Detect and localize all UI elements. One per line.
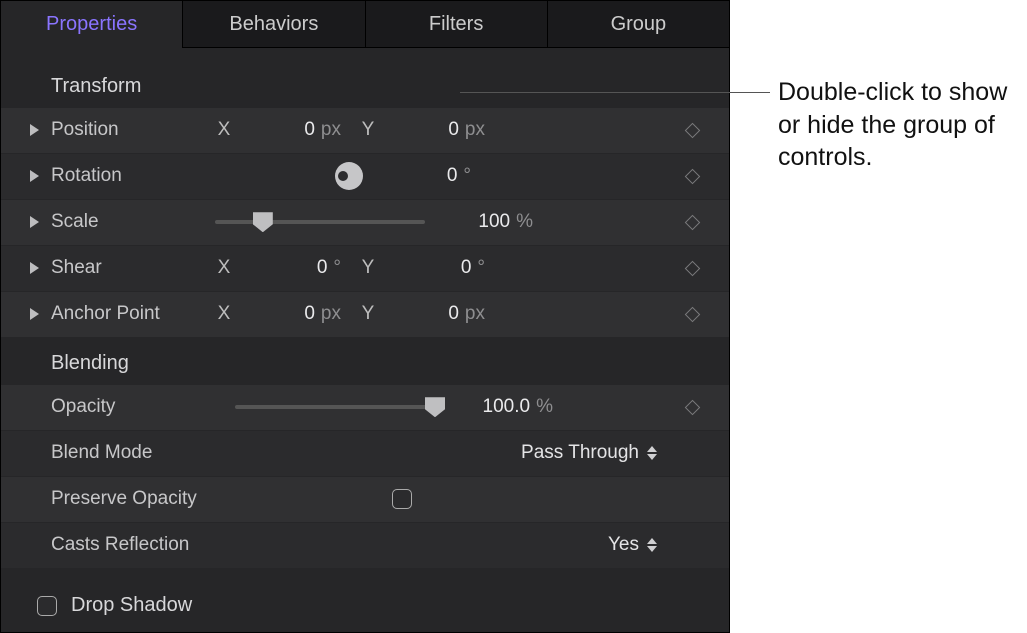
casts-reflection-label: Casts Reflection <box>51 534 231 556</box>
blend-mode-row: Blend Mode Pass Through <box>1 431 729 477</box>
transform-section-header[interactable]: Transform <box>1 61 729 108</box>
updown-icon <box>647 446 657 460</box>
scale-field[interactable]: 100 % <box>443 211 533 233</box>
drop-shadow-checkbox[interactable] <box>37 596 57 616</box>
keyframe-icon[interactable] <box>684 399 700 415</box>
scale-row: Scale 100 % <box>1 200 729 246</box>
preserve-opacity-checkbox[interactable] <box>392 489 412 509</box>
rotation-dial[interactable] <box>335 162 363 190</box>
rotation-field[interactable]: 0 ° <box>381 165 471 187</box>
opacity-label: Opacity <box>51 396 231 418</box>
slider-thumb-icon[interactable] <box>253 212 273 232</box>
casts-reflection-row: Casts Reflection Yes <box>1 523 729 569</box>
preserve-opacity-row: Preserve Opacity <box>1 477 729 523</box>
disclosure-icon[interactable] <box>30 308 39 320</box>
position-row: Position X 0 px Y 0 px <box>1 108 729 154</box>
position-y-field[interactable]: 0 px <box>395 119 485 141</box>
anchor-point-label: Anchor Point <box>51 303 211 325</box>
scale-label: Scale <box>51 211 211 233</box>
tab-filters[interactable]: Filters <box>366 1 548 48</box>
rotation-row: Rotation 0 ° <box>1 154 729 200</box>
anchor-y-field[interactable]: 0 px <box>395 303 485 325</box>
tab-properties[interactable]: Properties <box>1 1 183 48</box>
preserve-opacity-label: Preserve Opacity <box>51 488 231 510</box>
axis-y-label: Y <box>359 257 377 279</box>
inspector-panel: Properties Behaviors Filters Group Trans… <box>0 0 730 633</box>
drop-shadow-section-header[interactable]: Drop Shadow <box>1 580 729 632</box>
callout-line <box>460 92 770 93</box>
opacity-slider[interactable] <box>235 405 445 409</box>
slider-thumb-icon[interactable] <box>425 397 445 417</box>
axis-x-label: X <box>215 303 233 325</box>
shear-x-field[interactable]: 0 ° <box>251 257 341 279</box>
transform-rows: Position X 0 px Y 0 px Rotation <box>1 108 729 338</box>
disclosure-icon[interactable] <box>30 262 39 274</box>
keyframe-icon[interactable] <box>684 122 700 138</box>
casts-reflection-popup[interactable]: Yes <box>231 534 667 556</box>
axis-y-label: Y <box>359 303 377 325</box>
rotation-label: Rotation <box>51 165 211 187</box>
blending-rows: Opacity 100.0 % Blend Mode Pass Through <box>1 385 729 569</box>
updown-icon <box>647 538 657 552</box>
anchor-x-field[interactable]: 0 px <box>251 303 341 325</box>
opacity-field[interactable]: 100.0 % <box>463 396 553 418</box>
opacity-row: Opacity 100.0 % <box>1 385 729 431</box>
annotation-area: Double-click to show or hide the group o… <box>730 0 1027 633</box>
blend-mode-popup[interactable]: Pass Through <box>231 442 667 464</box>
anchor-point-row: Anchor Point X 0 px Y 0 px <box>1 292 729 338</box>
keyframe-icon[interactable] <box>684 306 700 322</box>
disclosure-icon[interactable] <box>30 170 39 182</box>
position-label: Position <box>51 119 211 141</box>
callout-text: Double-click to show or hide the group o… <box>778 76 1027 174</box>
tab-group[interactable]: Group <box>548 1 729 48</box>
position-x-field[interactable]: 0 px <box>251 119 341 141</box>
drop-shadow-label: Drop Shadow <box>71 594 192 617</box>
keyframe-icon[interactable] <box>684 260 700 276</box>
inspector-tabs: Properties Behaviors Filters Group <box>1 1 729 48</box>
shear-row: Shear X 0 ° Y 0 ° <box>1 246 729 292</box>
blend-mode-label: Blend Mode <box>51 442 231 464</box>
shear-label: Shear <box>51 257 211 279</box>
axis-y-label: Y <box>359 119 377 141</box>
keyframe-icon[interactable] <box>684 168 700 184</box>
disclosure-icon[interactable] <box>30 124 39 136</box>
disclosure-icon[interactable] <box>30 216 39 228</box>
blending-section-header[interactable]: Blending <box>1 338 729 385</box>
tab-behaviors[interactable]: Behaviors <box>183 1 365 48</box>
shear-y-field[interactable]: 0 ° <box>395 257 485 279</box>
axis-x-label: X <box>215 119 233 141</box>
scale-slider[interactable] <box>215 220 425 224</box>
keyframe-icon[interactable] <box>684 214 700 230</box>
axis-x-label: X <box>215 257 233 279</box>
